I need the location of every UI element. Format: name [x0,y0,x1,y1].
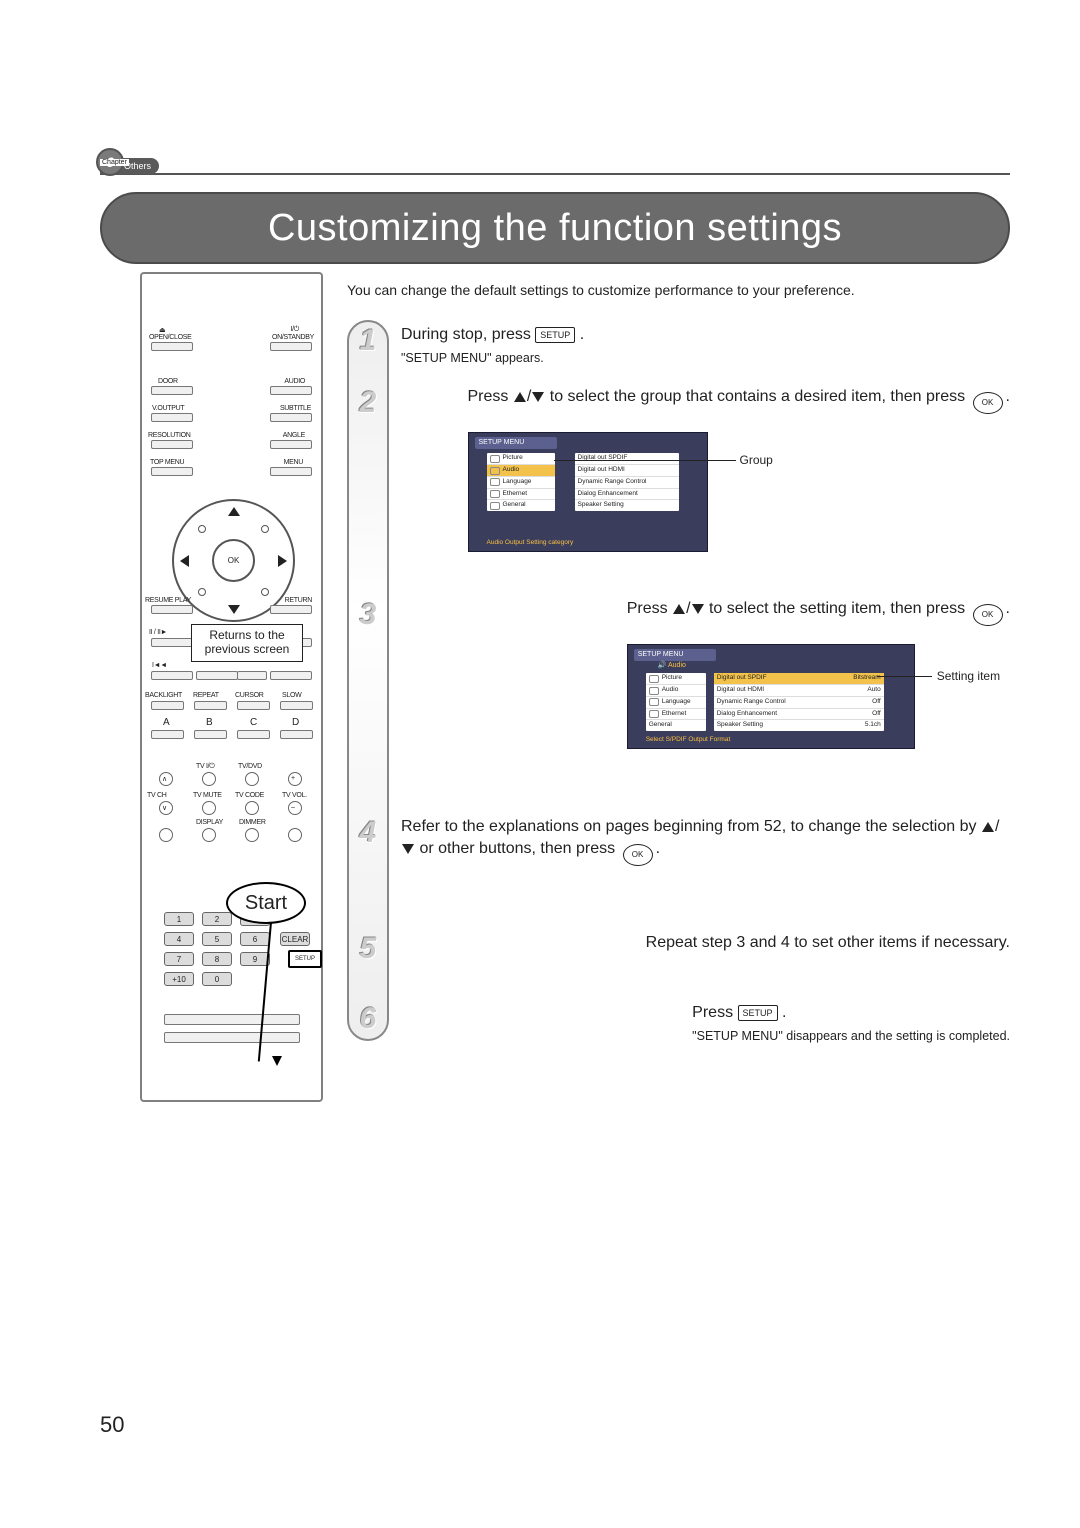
start-arrowhead-icon [272,1056,282,1066]
remote-control-figure: ⏏ OPEN/CLOSE I/⏻ ON/STANDBY DOOR AUDIO V… [140,272,323,1102]
open-close-button [151,342,193,351]
resume-play-button [151,605,193,614]
skip-prev-label: I◄◄ [152,662,167,669]
setup-menu-screenshot-1: SETUP MENU Picture Audio Language Ethern… [468,432,708,552]
page-number: 50 [100,1412,124,1438]
step-number-5: 5 [351,932,385,966]
eject-icon: ⏏ [159,326,165,334]
ok-button: OK [212,539,255,582]
resume-play-label: RESUME PLAY [145,597,191,604]
subtitle-label: SUBTITLE [280,405,311,412]
setup-menu-screenshot-2: SETUP MENU 🔊 Audio Picture Audio Languag… [627,644,915,749]
resolution-label: RESOLUTION [148,432,191,439]
power-icon: I/⏻ [290,326,299,334]
arrow-down-icon [532,392,544,402]
arrow-up-icon [514,392,526,402]
return-callout: Returns to the previous screen [191,624,303,662]
topmenu-label: TOP MENU [150,459,184,466]
ok-key-icon: OK [623,844,653,866]
door-button [151,386,193,395]
step-number-1: 1 [351,324,385,358]
arrow-left-icon [180,555,189,567]
page-title: Customizing the function settings [100,192,1010,264]
subtitle-button [270,413,312,422]
intro-text: You can change the default settings to c… [347,281,1010,300]
arrow-down-icon [402,844,414,854]
chapter-label: Chapter [100,159,129,166]
step-number-2: 2 [351,386,385,420]
step-number-6: 6 [351,1002,385,1036]
step1-sub: "SETUP MENU" appears. [401,350,584,367]
resolution-button [151,440,193,449]
step-number-3: 3 [351,598,385,632]
door-label: DOOR [158,378,178,385]
group-label: Group [740,452,773,468]
start-callout: Start [226,882,306,924]
return-label: RETURN [285,597,312,604]
arrow-up-icon [982,822,994,832]
arrow-down-icon [228,605,240,614]
setup-key-icon: SETUP [535,327,575,343]
audio-label: AUDIO [284,378,305,385]
step1-text: During stop, press [401,326,535,343]
menu-button [270,467,312,476]
setup-button-highlight: SETUP [288,950,322,968]
arrow-down-icon [692,604,704,614]
chapter-tab: Others 6 Chapter [100,158,159,174]
open-close-label: OPEN/CLOSE [149,334,192,341]
voutput-label: V.OUTPUT [152,405,184,412]
ok-key-icon: OK [973,392,1003,414]
ok-key-icon: OK [973,604,1003,626]
pause-step-label: II / II► [149,629,167,636]
topmenu-button [151,467,193,476]
step6-sub: "SETUP MENU" disappears and the setting … [692,1028,1010,1045]
angle-label: ANGLE [283,432,305,439]
return-button [270,605,312,614]
divider [100,173,1010,175]
menu-label: MENU [284,459,303,466]
arrow-right-icon [278,555,287,567]
on-standby-button [270,342,312,351]
arrow-up-icon [228,507,240,516]
setting-item-label: Setting item [937,668,1000,684]
on-standby-label: ON/STANDBY [272,334,314,341]
angle-button [270,440,312,449]
arrow-up-icon [673,604,685,614]
step-number-4: 4 [351,816,385,850]
voutput-button [151,413,193,422]
setup-key-icon: SETUP [738,1005,778,1021]
step5-text: Repeat step 3 and 4 to set other items i… [646,934,1010,951]
audio-button [270,386,312,395]
